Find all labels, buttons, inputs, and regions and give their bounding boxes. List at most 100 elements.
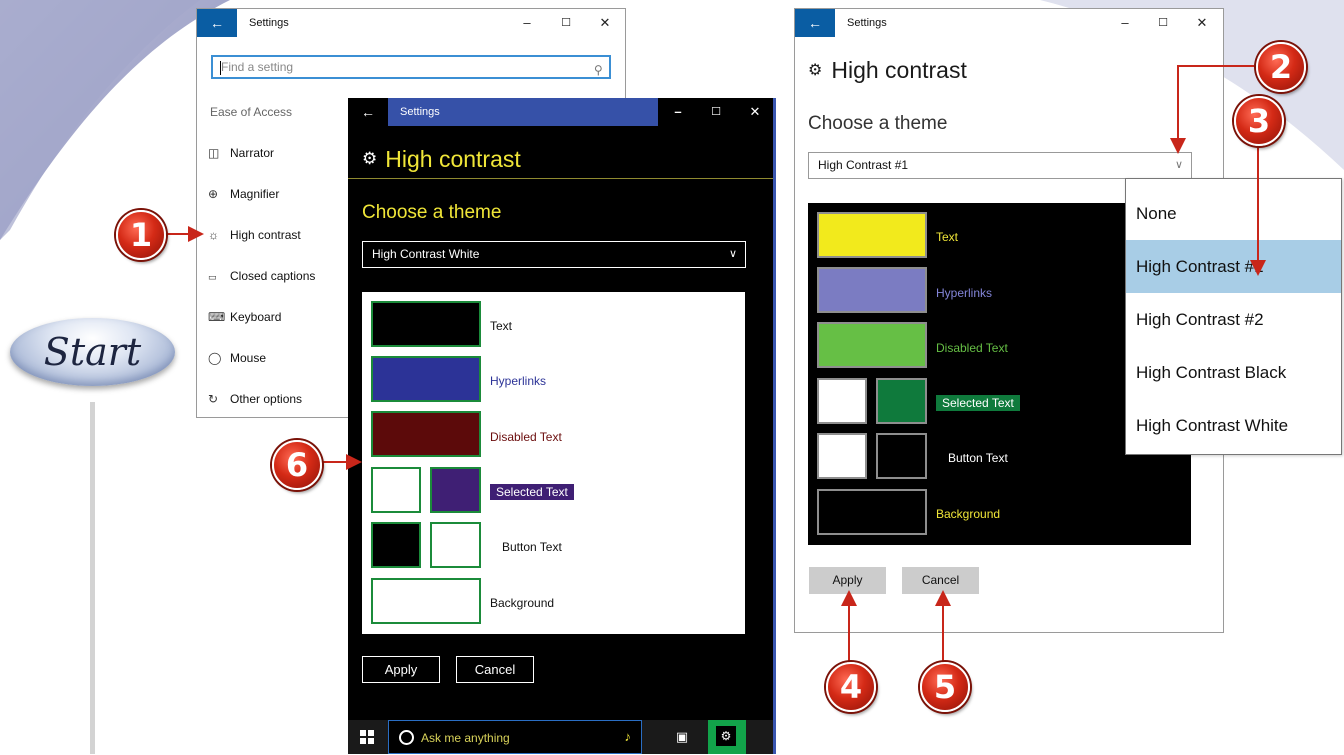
theme-select[interactable]: High Contrast #1 ∨ <box>808 152 1192 179</box>
cortana-icon <box>399 730 414 745</box>
choose-theme-label: Choose a theme <box>362 202 502 223</box>
gear-icon: ⚙ <box>808 62 823 79</box>
callout-4: 4 <box>826 662 876 712</box>
text-swatch-label: Text <box>490 319 513 333</box>
cancel-button[interactable]: Cancel <box>456 656 534 683</box>
window-title: Settings <box>847 17 887 29</box>
task-view-icon[interactable]: ▣ <box>672 720 692 754</box>
button-text-swatch-label: Button Text <box>502 540 562 554</box>
nav-item-magnifier[interactable]: ⊕ Magnifier <box>208 183 279 205</box>
theme-option-none[interactable]: None <box>1126 187 1341 240</box>
callout-5: 5 <box>920 662 970 712</box>
disabled-text-swatch-label: Disabled Text <box>490 430 562 444</box>
button-text-bg-swatch[interactable] <box>876 433 927 479</box>
choose-theme-label: Choose a theme <box>808 113 948 134</box>
theme-dropdown-list: None High Contrast #1 High Contrast #2 H… <box>1125 178 1342 455</box>
title-bar: ← Settings – ☐ ✕ <box>197 9 625 37</box>
hyperlinks-swatch[interactable] <box>371 356 481 402</box>
text-swatch[interactable] <box>817 212 927 258</box>
disabled-text-swatch[interactable] <box>371 411 481 457</box>
button-text-fg-swatch[interactable] <box>371 522 421 568</box>
hyperlinks-swatch[interactable] <box>817 267 927 313</box>
disabled-text-swatch[interactable] <box>817 322 927 368</box>
cancel-button[interactable]: Cancel <box>902 567 979 594</box>
window-title: Settings <box>249 17 289 29</box>
maximize-button[interactable]: ☐ <box>1145 9 1181 37</box>
nav-item-narrator[interactable]: ◫ Narrator <box>208 142 274 164</box>
settings-taskbar-button[interactable]: ⚙ <box>708 720 746 754</box>
back-arrow-icon[interactable]: ← <box>795 9 835 37</box>
selected-text-fg-swatch[interactable] <box>817 378 867 424</box>
theme-select-value: High Contrast White <box>372 247 480 261</box>
nav-item-keyboard[interactable]: ⌨ Keyboard <box>208 306 281 328</box>
disabled-text-swatch-label: Disabled Text <box>936 341 1008 355</box>
selected-text-swatch-label: Selected Text <box>490 484 574 500</box>
close-button[interactable]: ✕ <box>587 9 623 37</box>
start-guide-line <box>90 402 95 754</box>
nav-label: Magnifier <box>230 187 280 201</box>
callout-6: 6 <box>272 440 322 490</box>
windows-start-icon[interactable] <box>360 730 374 744</box>
hyperlinks-swatch-label: Hyperlinks <box>936 286 993 300</box>
search-icon[interactable]: ⚲ <box>594 60 603 80</box>
nav-item-closed-captions[interactable]: ▭ Closed captions <box>208 265 315 287</box>
close-button[interactable]: ✕ <box>1184 9 1220 37</box>
page-heading: ⚙ High contrast <box>808 57 967 84</box>
gear-icon: ⚙ <box>362 149 378 168</box>
nav-item-high-contrast[interactable]: ☼ High contrast <box>208 224 301 246</box>
button-text-bg-swatch[interactable] <box>430 522 481 568</box>
text-caret <box>220 61 221 75</box>
nav-label: Closed captions <box>230 269 316 283</box>
selected-text-fg-swatch[interactable] <box>371 467 421 513</box>
nav-label: Mouse <box>230 351 267 365</box>
window-title: Settings <box>388 98 658 126</box>
keyboard-icon: ⌨ <box>208 310 226 324</box>
title-bar: ← Settings – ☐ ✕ <box>348 98 773 126</box>
minimize-button[interactable]: – <box>660 98 696 126</box>
button-text-fg-swatch[interactable] <box>817 433 867 479</box>
selected-text-bg-swatch[interactable] <box>876 378 927 424</box>
search-input[interactable]: Find a setting ⚲ <box>211 55 611 79</box>
back-arrow-icon[interactable]: ← <box>348 98 388 126</box>
nav-item-other-options[interactable]: ↻ Other options <box>208 388 302 410</box>
magnifier-icon: ⊕ <box>208 187 219 201</box>
minimize-button[interactable]: – <box>509 9 545 37</box>
background-swatch[interactable] <box>371 578 481 624</box>
page-title: High contrast <box>831 57 967 83</box>
theme-option-high-contrast-1[interactable]: High Contrast #1 <box>1126 240 1341 293</box>
close-button[interactable]: ✕ <box>737 98 773 126</box>
nav-item-mouse[interactable]: ◯ Mouse <box>208 347 266 369</box>
selected-text-bg-swatch[interactable] <box>430 467 481 513</box>
minimize-button[interactable]: – <box>1107 9 1143 37</box>
search-placeholder: Find a setting <box>221 60 294 74</box>
background-swatch[interactable] <box>817 489 927 535</box>
page-title: High contrast <box>385 146 521 172</box>
nav-label: Narrator <box>230 146 275 160</box>
cortana-search-text: Ask me anything <box>421 731 510 745</box>
nav-label: Other options <box>230 392 303 406</box>
mouse-icon: ◯ <box>208 351 222 365</box>
microphone-icon[interactable]: ♪ <box>625 729 632 744</box>
maximize-button[interactable]: ☐ <box>548 9 584 37</box>
other-options-icon: ↻ <box>208 392 219 406</box>
page-heading: ⚙ High contrast <box>362 146 521 173</box>
theme-option-high-contrast-white[interactable]: High Contrast White <box>1126 399 1341 452</box>
hyperlinks-swatch-label: Hyperlinks <box>490 374 547 388</box>
taskbar: Ask me anything ♪ ▣ ⚙ <box>348 720 773 754</box>
maximize-button[interactable]: ☐ <box>698 98 734 126</box>
apply-button[interactable]: Apply <box>362 656 440 683</box>
theme-select[interactable]: High Contrast White ∨ <box>362 241 746 268</box>
back-arrow-icon[interactable]: ← <box>197 9 237 37</box>
selected-text-swatch-label: Selected Text <box>936 395 1020 411</box>
chevron-down-icon: ∨ <box>1174 159 1183 171</box>
divider <box>348 178 773 179</box>
text-swatch[interactable] <box>371 301 481 347</box>
cortana-search-box[interactable]: Ask me anything ♪ <box>388 720 642 754</box>
theme-option-high-contrast-black[interactable]: High Contrast Black <box>1126 346 1341 399</box>
high-contrast-dark-window: ← Settings – ☐ ✕ ⚙ High contrast Choose a… <box>348 98 776 754</box>
theme-option-high-contrast-2[interactable]: High Contrast #2 <box>1126 293 1341 346</box>
title-bar: ← Settings – ☐ ✕ <box>795 9 1223 37</box>
narrator-icon: ◫ <box>208 146 220 160</box>
apply-button[interactable]: Apply <box>809 567 886 594</box>
sun-icon: ☼ <box>208 228 219 242</box>
